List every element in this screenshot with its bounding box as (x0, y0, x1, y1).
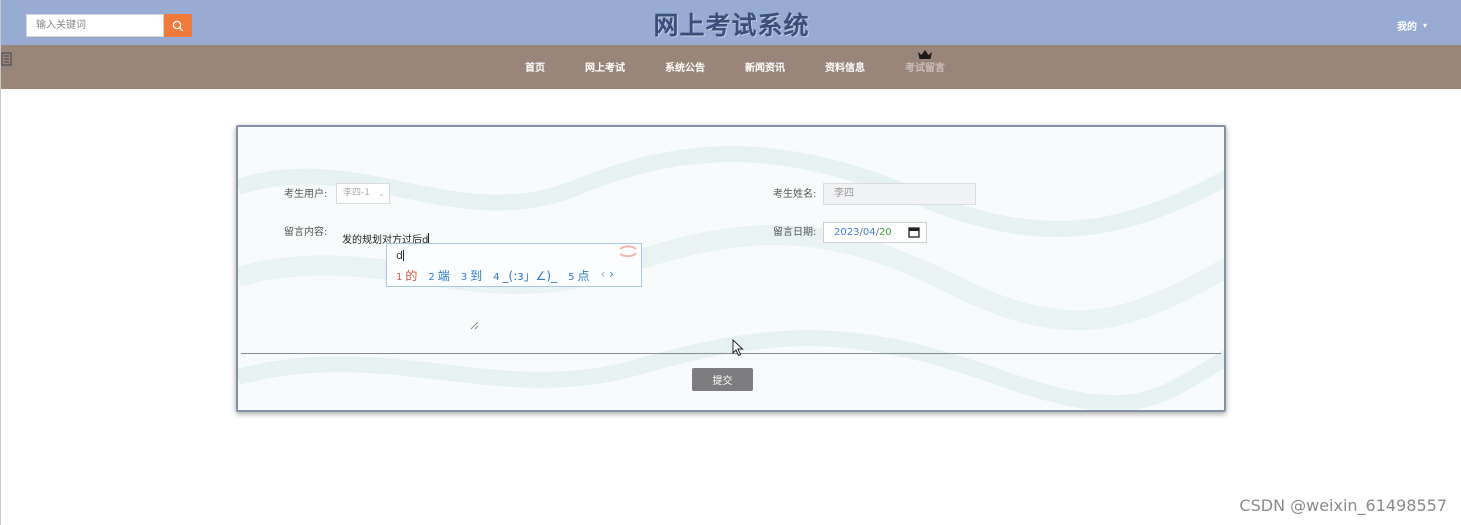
site-title: 网上考试系统 (653, 11, 810, 40)
nav-item-materials[interactable]: 资料信息 (825, 45, 865, 89)
crown-icon (918, 50, 932, 59)
mouse-cursor-icon (732, 339, 744, 357)
ime-candidate[interactable]: 4 _(:з」∠)_ (493, 267, 557, 284)
date-month: 04 (862, 227, 876, 238)
chevron-left-icon[interactable]: ‹ (600, 267, 605, 281)
nav-item-exam-messages-label: 考试留言 (905, 63, 945, 74)
nav-item-announcements[interactable]: 系统公告 (665, 45, 705, 89)
ime-candidate[interactable]: 3到 (461, 267, 482, 284)
date-input[interactable]: 2023/04/20 (823, 222, 927, 243)
ime-candidate[interactable]: 5点 (568, 267, 589, 284)
content-label: 留言内容: (284, 227, 328, 238)
nav-item-exam-messages[interactable]: 考试留言 (905, 45, 945, 89)
main-nav: 首页 网上考试 系统公告 新闻资讯 资料信息 考试留言 (1, 45, 1461, 89)
name-field[interactable]: 李四 (823, 183, 976, 205)
chevron-down-icon: ⌄ (378, 189, 385, 198)
ime-logo-icon (619, 245, 637, 258)
user-select[interactable]: 李四-1 ⌄ (336, 183, 390, 204)
calendar-icon[interactable] (908, 226, 920, 238)
page: 网上考试系统 我的 ▾ 首页 网上考试 系统公告 新闻资讯 资料信息 考试留言 (0, 0, 1461, 525)
user-select-value: 李四-1 (343, 188, 370, 198)
user-label: 考生用户: (284, 189, 328, 200)
message-form-card: 考生用户: 李四-1 ⌄ 考生姓名: 李四 留言内容: 发的规划对方过后d 留言… (236, 125, 1226, 412)
watermark: CSDN @weixin_61498557 (1239, 496, 1447, 515)
ime-candidate[interactable]: 2端 (428, 267, 449, 284)
chevron-down-icon: ▾ (1422, 21, 1427, 30)
nav-items: 首页 网上考试 系统公告 新闻资讯 资料信息 考试留言 (1, 45, 1461, 89)
ime-composition-text: d (396, 249, 403, 262)
chevron-right-icon[interactable]: › (609, 267, 614, 281)
name-label: 考生姓名: (773, 189, 817, 200)
top-header: 网上考试系统 我的 ▾ (1, 0, 1461, 45)
date-year: 2023 (834, 227, 860, 238)
ime-pager: ‹ › (600, 267, 613, 284)
nav-item-news[interactable]: 新闻资讯 (745, 45, 785, 89)
nav-item-online-exam[interactable]: 网上考试 (585, 45, 625, 89)
submit-button[interactable]: 提交 (692, 368, 753, 391)
ime-candidate-popup: d 1的 2端 3到 4 _(:з」∠)_ 5点 ‹ › (386, 243, 642, 287)
ime-composition: d (396, 249, 404, 262)
ime-caret (402, 250, 404, 261)
date-day: 20 (878, 227, 892, 238)
nav-item-home[interactable]: 首页 (525, 45, 545, 89)
resize-grip-icon[interactable] (470, 321, 479, 330)
form-divider (241, 353, 1221, 354)
date-label: 留言日期: (773, 227, 817, 238)
menu-toggle-icon[interactable] (1, 52, 15, 66)
ime-candidates: 1的 2端 3到 4 _(:з」∠)_ 5点 ‹ › (396, 267, 614, 284)
user-menu-label: 我的 (1396, 22, 1417, 33)
user-menu[interactable]: 我的 ▾ (1397, 18, 1427, 33)
ime-candidate[interactable]: 1的 (396, 267, 417, 284)
